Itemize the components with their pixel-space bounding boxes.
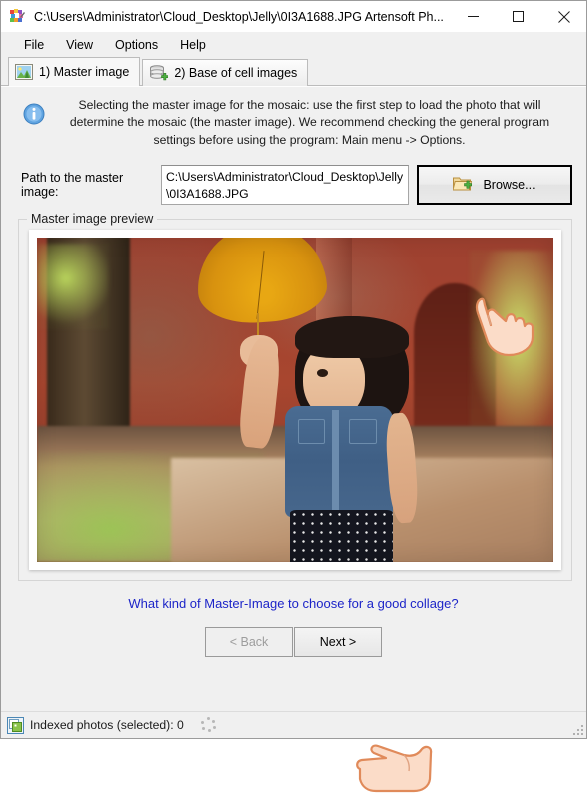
menu-item-view[interactable]: View	[55, 35, 104, 55]
preview-frame	[29, 229, 561, 570]
mosaic-tiles-icon	[9, 8, 26, 25]
info-text: Selecting the master image for the mosai…	[69, 98, 550, 147]
maximize-icon[interactable]	[496, 1, 541, 32]
menu-item-file[interactable]: File	[13, 35, 55, 55]
status-text: Indexed photos (selected): 0	[30, 718, 184, 732]
minimize-icon[interactable]	[451, 1, 496, 32]
menu-item-help[interactable]: Help	[169, 35, 217, 55]
path-label: Path to the master image:	[21, 170, 124, 199]
loading-dots-icon	[200, 717, 216, 733]
window-controls	[451, 1, 586, 32]
info-circle-icon	[23, 103, 45, 130]
wizard-page: Selecting the master image for the mosai…	[1, 86, 586, 793]
path-row: Path to the master image: C:\Users\Admin…	[1, 164, 586, 205]
resize-grip-icon[interactable]	[571, 723, 583, 735]
wizard-button-row: < Back Next >	[1, 626, 586, 657]
window-title: C:\Users\Administrator\Cloud_Desktop\Jel…	[34, 9, 444, 24]
back-button[interactable]: < Back	[205, 626, 293, 657]
database-add-icon	[149, 64, 169, 82]
title-bar: C:\Users\Administrator\Cloud_Desktop\Jel…	[1, 1, 586, 32]
close-icon[interactable]	[541, 1, 586, 32]
menu-item-options[interactable]: Options	[104, 35, 169, 55]
browse-button-label: Browse...	[483, 177, 536, 192]
master-image-preview-photo	[37, 237, 553, 562]
tab-master-image[interactable]: 1) Master image	[8, 57, 141, 86]
master-image-preview-group: Master image preview	[18, 211, 572, 581]
help-link-row: What kind of Master-Image to choose for …	[1, 595, 586, 613]
indexed-photos-icon	[7, 716, 24, 734]
master-image-path-input[interactable]: C:\Users\Administrator\Cloud_Desktop\Jel…	[161, 164, 409, 205]
tab-base-of-cell-images[interactable]: 2) Base of cell images	[142, 59, 309, 86]
browse-button[interactable]: Browse...	[417, 164, 572, 205]
master-image-help-link[interactable]: What kind of Master-Image to choose for …	[128, 596, 458, 611]
status-bar: Indexed photos (selected): 0	[1, 711, 586, 738]
picture-icon	[15, 64, 33, 80]
folder-add-icon	[452, 175, 473, 195]
tab-label-base-of-cell-images: 2) Base of cell images	[174, 66, 298, 80]
info-banner: Selecting the master image for the mosai…	[1, 87, 586, 149]
tab-label-master-image: 1) Master image	[39, 65, 130, 79]
menu-bar: File View Options Help	[1, 32, 586, 57]
preview-group-title: Master image preview	[27, 211, 158, 226]
application-window: C:\Users\Administrator\Cloud_Desktop\Jel…	[0, 0, 587, 793]
tab-strip: 1) Master image 2) Base of cell images	[1, 57, 586, 86]
hand-pointer-next-icon	[354, 739, 434, 800]
next-button[interactable]: Next >	[294, 626, 382, 657]
